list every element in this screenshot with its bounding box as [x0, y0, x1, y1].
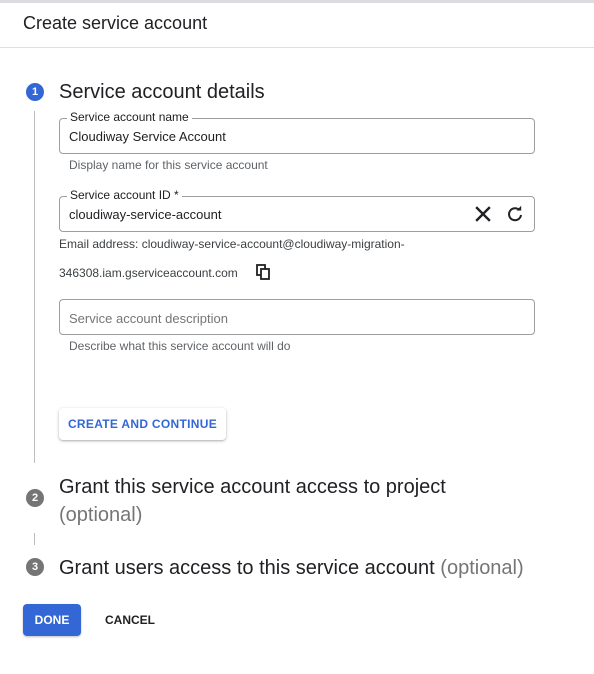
step-3-optional: (optional) [440, 557, 524, 579]
service-account-name-field[interactable]: Service account name Cloudiway Service A… [59, 110, 535, 154]
step-3-title[interactable]: Grant users access to this service accou… [59, 557, 524, 580]
service-account-description-hint: Describe what this service account will … [69, 339, 291, 353]
step-1-title[interactable]: Service account details [59, 81, 265, 104]
service-account-name-value: Cloudiway Service Account [69, 129, 226, 144]
done-button[interactable]: DONE [23, 604, 81, 636]
step-3-title-text: Grant users access to this service accou… [59, 557, 435, 579]
create-and-continue-button[interactable]: CREATE AND CONTINUE [59, 408, 226, 440]
service-account-id-value: cloudiway-service-account [69, 207, 222, 222]
step-3-number: 3 [26, 558, 44, 576]
dialog-header: Create service account [0, 3, 594, 48]
service-account-description-placeholder: Service account description [69, 311, 228, 326]
step-1-number: 1 [26, 83, 44, 101]
service-account-description-field[interactable]: Service account description [59, 299, 535, 335]
close-icon[interactable] [472, 203, 494, 225]
service-account-id-label: Service account ID * [67, 188, 182, 202]
service-account-id-field[interactable]: Service account ID * cloudiway-service-a… [59, 188, 535, 232]
step-2-optional: (optional) [59, 504, 143, 526]
service-account-name-hint: Display name for this service account [69, 158, 268, 172]
step-1-connector [34, 111, 35, 463]
step-2-title[interactable]: Grant this service account access to pro… [59, 473, 499, 529]
step-1-title-text: Service account details [59, 81, 265, 103]
step-2-number: 2 [26, 489, 44, 507]
dialog-title: Create service account [23, 13, 208, 33]
refresh-icon[interactable] [504, 203, 526, 225]
email-address-line-2: 346308.iam.gserviceaccount.com [59, 266, 238, 280]
step-2-connector [34, 533, 35, 545]
email-address-line-1: Email address: cloudiway-service-account… [59, 237, 405, 251]
copy-icon[interactable] [254, 263, 272, 281]
service-account-name-label: Service account name [67, 110, 192, 124]
step-2-title-text: Grant this service account access to pro… [59, 476, 446, 498]
cancel-button[interactable]: CANCEL [96, 604, 164, 636]
